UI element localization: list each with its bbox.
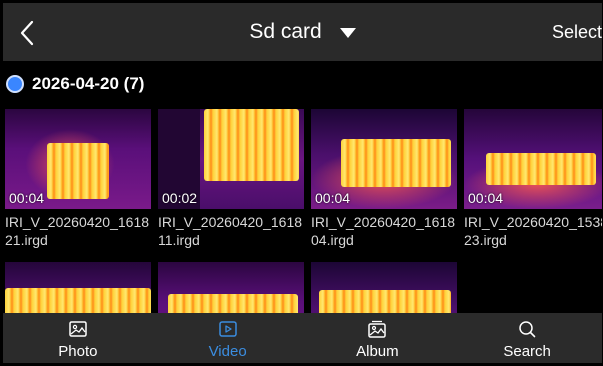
caret-down-icon <box>339 28 356 38</box>
video-thumbnail[interactable]: 00:02 <box>158 109 304 209</box>
date-group-header: 2026-04-20 (7) <box>3 71 144 97</box>
date-group-title: 2026-04-20 (7) <box>32 74 145 93</box>
video-thumbnail[interactable]: 00:04 <box>311 109 457 209</box>
video-item[interactable]: 00:02 IRI_V_20260420_161811.irgd <box>158 109 304 249</box>
storage-title: Sd card <box>249 20 322 43</box>
group-select-radio[interactable] <box>6 75 24 93</box>
tab-label: Photo <box>58 343 98 360</box>
chevron-left-icon <box>20 20 34 46</box>
video-icon <box>218 321 237 337</box>
tab-label: Search <box>503 343 551 360</box>
tab-video[interactable]: Video <box>153 313 303 363</box>
video-filename: IRI_V_20260420_153823.irgd <box>464 214 602 248</box>
video-filename: IRI_V_20260420_161811.irgd <box>158 214 303 248</box>
video-duration: 00:04 <box>315 190 351 206</box>
bottom-tab-bar: Photo Video Album Search <box>3 313 602 363</box>
gallery-screen: Sd card Select 2026-04-20 (7) 00:04 IRI_… <box>3 3 602 363</box>
video-item[interactable]: 00:04 IRI_V_20260420_153823.irgd <box>464 109 602 249</box>
search-icon <box>519 321 536 338</box>
back-button[interactable] <box>13 18 43 48</box>
video-duration: 00:04 <box>9 190 45 206</box>
storage-selector[interactable]: Sd card <box>249 20 356 44</box>
video-item[interactable]: 00:04 IRI_V_20260420_161821.irgd <box>5 109 151 249</box>
tab-photo[interactable]: Photo <box>3 313 153 363</box>
video-duration: 00:04 <box>468 190 504 206</box>
video-duration: 00:02 <box>162 190 198 206</box>
tab-album[interactable]: Album <box>303 313 453 363</box>
tab-label: Video <box>208 343 247 360</box>
video-thumbnail[interactable]: 00:04 <box>464 109 602 209</box>
tab-label: Album <box>356 343 399 360</box>
video-filename: IRI_V_20260420_161821.irgd <box>5 214 150 248</box>
video-item[interactable]: 00:04 IRI_V_20260420_161804.irgd <box>311 109 457 249</box>
video-filename: IRI_V_20260420_161804.irgd <box>311 214 456 248</box>
video-thumbnail[interactable]: 00:04 <box>5 109 151 209</box>
image-icon <box>69 321 87 337</box>
album-icon <box>368 320 387 338</box>
tab-search[interactable]: Search <box>452 313 602 363</box>
select-button[interactable]: Select <box>552 22 602 43</box>
top-bar: Sd card Select <box>3 3 602 61</box>
